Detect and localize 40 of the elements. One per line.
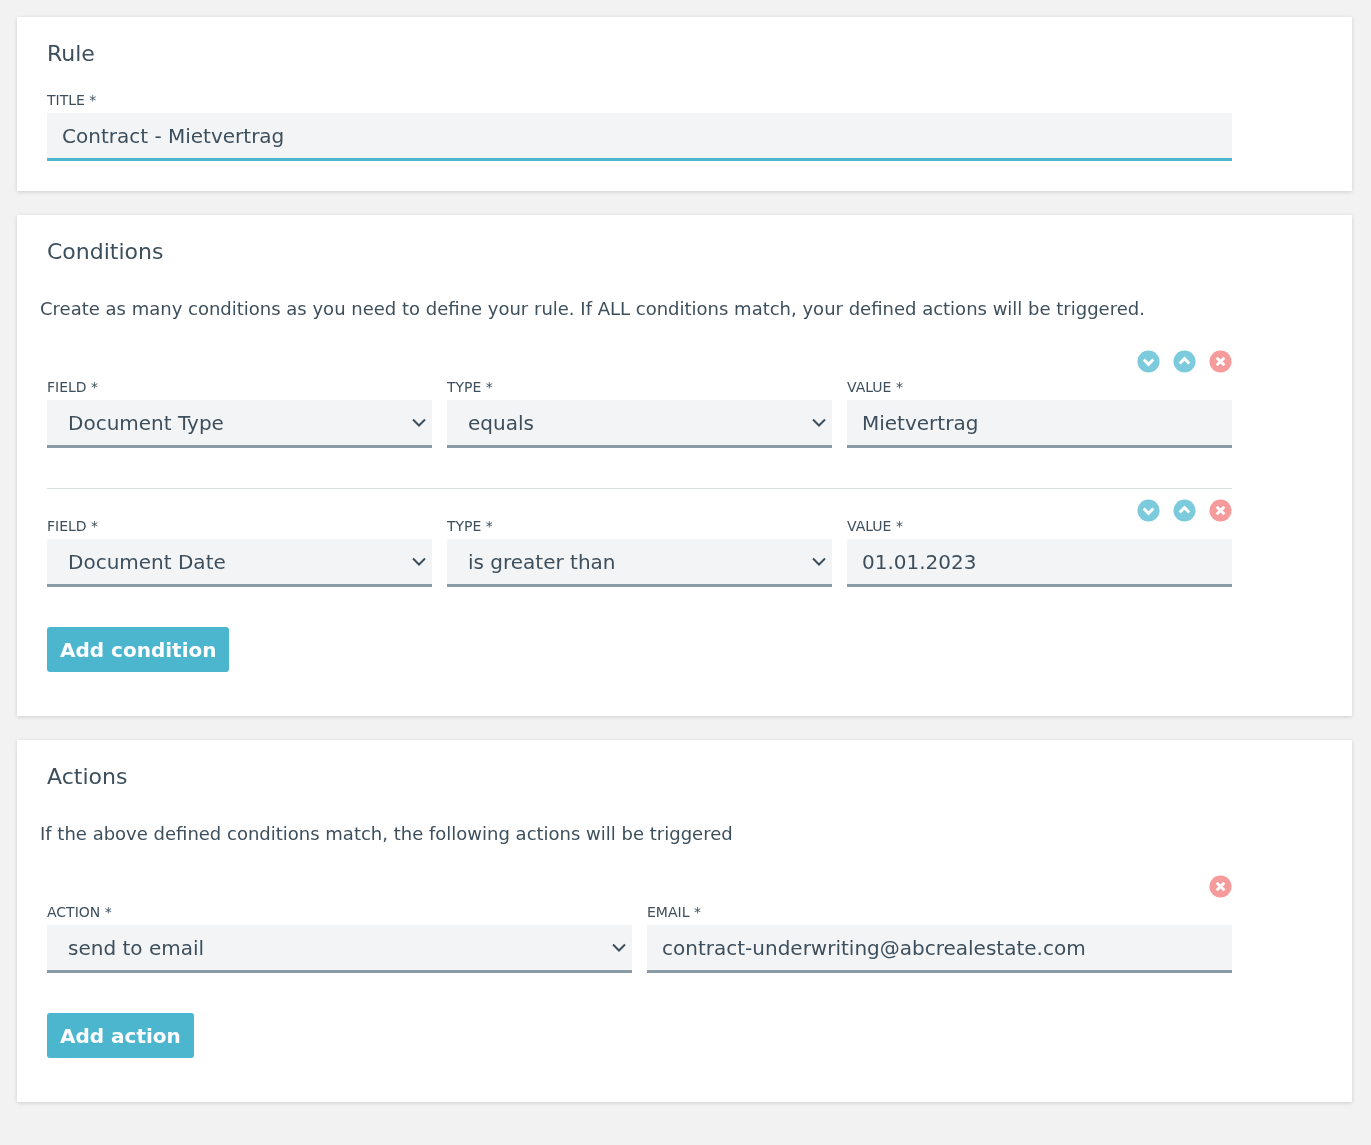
dropdown-value: send to email <box>68 934 205 962</box>
field-label: VALUE * <box>847 380 904 394</box>
field-label: TITLE * <box>47 93 98 107</box>
field-label: FIELD * <box>47 380 100 394</box>
chevron-down-icon <box>812 557 826 566</box>
dropdown[interactable]: Document Type <box>47 400 432 448</box>
dropdown-value: is greater than <box>468 548 616 576</box>
field-label: EMAIL * <box>647 905 702 919</box>
input-field[interactable]: Mietvertrag <box>847 400 1232 448</box>
chevron-down-icon <box>812 418 826 427</box>
field-label: TYPE * <box>447 380 494 394</box>
chevron-down-icon <box>612 943 626 952</box>
field-label: FIELD * <box>47 519 100 533</box>
dropdown[interactable]: equals <box>447 400 832 448</box>
chevron-down-icon[interactable] <box>1137 350 1160 373</box>
remove-icon[interactable] <box>1209 875 1232 898</box>
dropdown[interactable]: Document Date <box>47 539 432 587</box>
field-label: TYPE * <box>447 519 494 533</box>
section-heading: Rule <box>47 43 96 65</box>
dropdown-value: Document Type <box>68 409 224 437</box>
description: Create as many conditions as you need to define your rule. If ALL conditions match, your defined actions will be triggered. <box>40 297 1146 321</box>
field-label: VALUE * <box>847 519 904 533</box>
dropdown[interactable]: is greater than <box>447 539 832 587</box>
dropdown-value: Document Date <box>68 548 226 576</box>
description: If the above defined conditions match, the following actions will be triggered <box>40 822 734 846</box>
chevron-down-icon <box>412 557 426 566</box>
remove-icon[interactable] <box>1209 499 1232 522</box>
dropdown-value: equals <box>468 409 534 437</box>
field-label: ACTION * <box>47 905 113 919</box>
input-field[interactable]: contract-underwriting@abcrealestate.com <box>647 925 1232 973</box>
chevron-down-icon[interactable] <box>1137 499 1160 522</box>
chevron-down-icon <box>412 418 426 427</box>
remove-icon[interactable] <box>1209 350 1232 373</box>
dropdown[interactable]: send to email <box>47 925 632 973</box>
input-field[interactable]: Contract - Mietvertrag <box>47 113 1232 161</box>
section-heading: Actions <box>47 766 129 788</box>
chevron-up-icon[interactable] <box>1173 350 1196 373</box>
chevron-up-icon[interactable] <box>1173 499 1196 522</box>
section-heading: Conditions <box>47 241 165 263</box>
input-field[interactable]: 01.01.2023 <box>847 539 1232 587</box>
